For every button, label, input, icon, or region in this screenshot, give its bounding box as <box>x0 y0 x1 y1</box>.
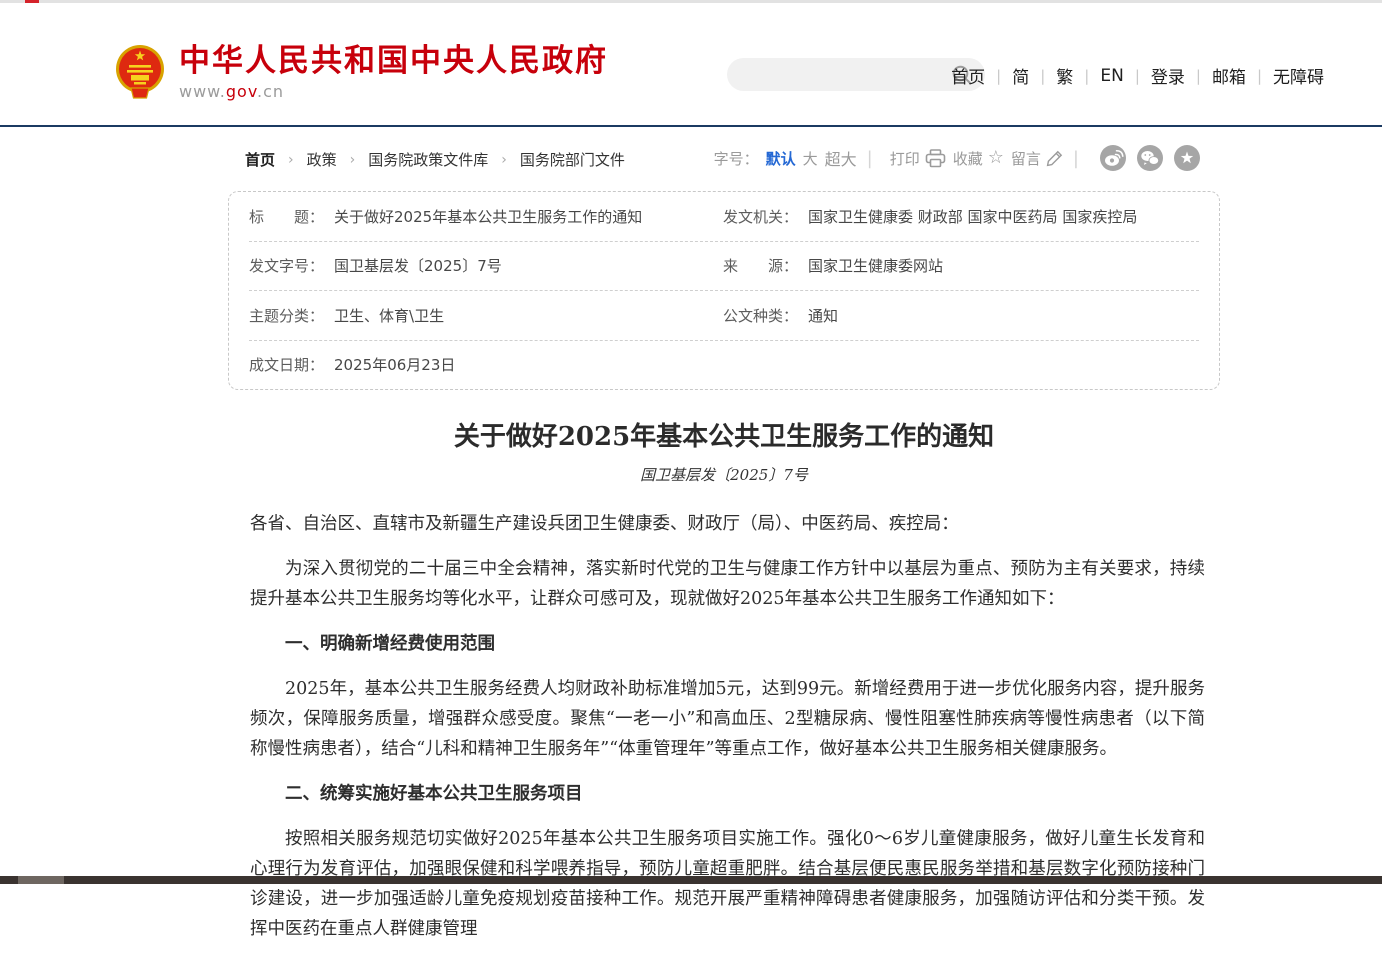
print-button[interactable]: 打印 <box>890 148 946 169</box>
main-content: 首页 › 政策 › 国务院政策文件库 › 国务院部门文件 字号： 默认 大 超大… <box>228 127 1220 959</box>
share-wechat-icon[interactable] <box>1137 145 1163 171</box>
breadcrumb-department-documents[interactable]: 国务院部门文件 <box>520 149 625 170</box>
meta-agency-value: 国家卫生健康委 财政部 国家中医药局 国家疾控局 <box>808 206 1137 227</box>
meta-doctype-label: 公文种类： <box>723 305 798 326</box>
site-logo[interactable]: 中华人民共和国中央人民政府 www.gov.cn <box>114 43 608 103</box>
site-url-www: www. <box>179 82 226 101</box>
chevron-right-icon: › <box>288 152 294 168</box>
meta-date-value: 2025年06月23日 <box>334 354 455 375</box>
top-navigation: 首页 | 简 | 繁 | EN | 登录 | 邮箱 | 无障碍 <box>940 63 1335 88</box>
meta-row-number-source: 发文字号： 国卫基层发〔2025〕7号 来 源： 国家卫生健康委网站 <box>249 242 1199 292</box>
horizontal-scrollbar[interactable] <box>0 876 1382 884</box>
meta-agency-label: 发文机关： <box>723 206 798 227</box>
meta-doctype-value: 通知 <box>808 305 838 326</box>
national-emblem-icon <box>114 43 166 103</box>
print-label: 打印 <box>890 148 920 169</box>
section-heading-1: 一、明确新增经费使用范围 <box>250 629 1205 659</box>
site-url-cn: .cn <box>257 82 284 101</box>
meta-category-label: 主题分类： <box>249 305 324 326</box>
nav-traditional[interactable]: 繁 <box>1045 63 1084 88</box>
site-title: 中华人民共和国中央人民政府 <box>179 43 608 79</box>
nav-english[interactable]: EN <box>1089 66 1134 86</box>
site-url-gov: gov <box>226 82 257 101</box>
breadcrumb-policy[interactable]: 政策 <box>307 149 337 170</box>
nav-login[interactable]: 登录 <box>1140 63 1196 88</box>
meta-date-label: 成文日期： <box>249 354 324 375</box>
font-size-large-button[interactable]: 大 <box>803 148 818 169</box>
font-size-label: 字号： <box>714 148 759 169</box>
meta-row-date: 成文日期： 2025年06月23日 <box>249 341 1199 390</box>
document-title: 关于做好2025年基本公共卫生服务工作的通知 <box>228 416 1220 453</box>
site-header: 中华人民共和国中央人民政府 www.gov.cn 首页 | 简 | 繁 | EN… <box>0 3 1382 125</box>
document-metadata-box: 标 题： 关于做好2025年基本公共卫生服务工作的通知 发文机关： 国家卫生健康… <box>228 191 1220 390</box>
breadcrumb-home[interactable]: 首页 <box>245 149 275 170</box>
meta-source-value: 国家卫生健康委网站 <box>808 255 943 276</box>
meta-docnumber-label: 发文字号： <box>249 255 324 276</box>
share-qzone-icon[interactable] <box>1174 145 1200 171</box>
nav-accessibility[interactable]: 无障碍 <box>1262 63 1335 88</box>
toolbar-separator: | <box>867 148 873 169</box>
chevron-right-icon: › <box>350 152 356 168</box>
meta-row-category-type: 主题分类： 卫生、体育\卫生 公文种类： 通知 <box>249 291 1199 341</box>
comment-button[interactable]: 留言 <box>1011 148 1063 169</box>
paragraph-addressees: 各省、自治区、直辖市及新疆生产建设兵团卫生健康委、财政厅（局）、中医药局、疾控局… <box>250 509 1205 539</box>
chevron-right-icon: › <box>501 152 507 168</box>
meta-title-label: 标 题： <box>249 206 324 227</box>
scrollbar-thumb[interactable] <box>18 876 64 884</box>
document-toolbar: 字号： 默认 大 超大 | 打印 收藏 ☆ 留言 <box>714 145 1200 171</box>
meta-category-value: 卫生、体育\卫生 <box>334 305 444 326</box>
nav-simplified[interactable]: 简 <box>1001 63 1040 88</box>
printer-icon <box>925 149 946 168</box>
share-weibo-icon[interactable] <box>1100 145 1126 171</box>
star-icon: ☆ <box>988 149 1004 167</box>
font-size-default-button[interactable]: 默认 <box>766 148 796 169</box>
breadcrumb-policy-library[interactable]: 国务院政策文件库 <box>368 149 488 170</box>
nav-home[interactable]: 首页 <box>940 63 996 88</box>
meta-title-value: 关于做好2025年基本公共卫生服务工作的通知 <box>334 206 642 227</box>
favorite-label: 收藏 <box>953 148 983 169</box>
meta-source-label: 来 源： <box>723 255 798 276</box>
meta-docnumber-value: 国卫基层发〔2025〕7号 <box>334 255 502 276</box>
font-size-xlarge-button[interactable]: 超大 <box>825 146 857 170</box>
toolbar-separator: | <box>1073 148 1079 169</box>
nav-mail[interactable]: 邮箱 <box>1201 63 1257 88</box>
comment-label: 留言 <box>1011 148 1041 169</box>
paragraph-intro: 为深入贯彻党的二十届三中全会精神，落实新时代党的卫生与健康工作方针中以基层为重点… <box>250 554 1205 614</box>
search-input[interactable] <box>727 58 951 91</box>
pencil-icon <box>1046 150 1063 167</box>
section-heading-2: 二、统筹实施好基本公共卫生服务项目 <box>250 779 1205 809</box>
breadcrumb: 首页 › 政策 › 国务院政策文件库 › 国务院部门文件 <box>245 149 625 170</box>
meta-row-title-agency: 标 题： 关于做好2025年基本公共卫生服务工作的通知 发文机关： 国家卫生健康… <box>249 192 1199 242</box>
paragraph-section-2: 按照相关服务规范切实做好2025年基本公共卫生服务项目实施工作。强化0～6岁儿童… <box>250 824 1205 944</box>
document-number: 国卫基层发〔2025〕7号 <box>228 464 1220 485</box>
paragraph-section-1: 2025年，基本公共卫生服务经费人均财政补助标准增加5元，达到99元。新增经费用… <box>250 674 1205 764</box>
favorite-button[interactable]: 收藏 ☆ <box>953 148 1004 169</box>
site-url: www.gov.cn <box>179 82 608 101</box>
